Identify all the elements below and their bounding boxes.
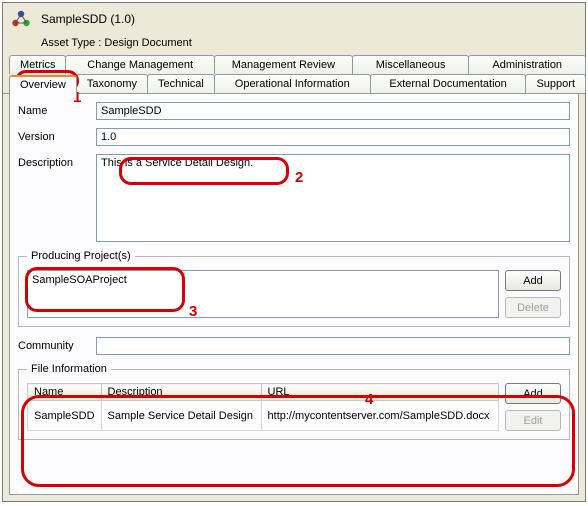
community-row: Community — [18, 337, 570, 355]
tab-row-upper: Metrics Change Management Management Rev… — [9, 55, 585, 74]
producing-projects-buttons: Add Delete — [505, 270, 561, 318]
table-row[interactable]: SampleSDD Sample Service Detail Design h… — [28, 401, 499, 431]
edit-file-button[interactable]: Edit — [505, 410, 561, 431]
tab-management-review[interactable]: Management Review — [214, 55, 353, 74]
producing-projects-group: Producing Project(s) SampleSOAProject Ad… — [18, 250, 570, 327]
asset-icon — [9, 7, 33, 31]
tab-support[interactable]: Support — [525, 74, 586, 93]
description-row: Description This is a Service Detail Des… — [18, 154, 570, 242]
col-name[interactable]: Name — [28, 384, 102, 401]
col-description[interactable]: Description — [101, 384, 261, 401]
tab-administration[interactable]: Administration — [468, 55, 586, 74]
file-information-group: File Information Name Description URL Sa… — [18, 363, 570, 440]
community-label: Community — [18, 337, 96, 352]
community-field[interactable] — [96, 337, 570, 355]
asset-type-label: Asset Type : Design Document — [3, 33, 585, 55]
cell-url: http://mycontentserver.com/SampleSDD.doc… — [261, 401, 498, 431]
overview-panel: Name Version Description This is a Servi… — [9, 94, 579, 495]
tab-miscellaneous[interactable]: Miscellaneous — [352, 55, 470, 74]
add-file-button[interactable]: Add — [505, 383, 561, 404]
tab-external-documentation[interactable]: External Documentation — [370, 74, 527, 93]
window-title: SampleSDD (1.0) — [41, 12, 135, 26]
tab-technical[interactable]: Technical — [147, 74, 215, 93]
producing-projects-list[interactable]: SampleSOAProject — [27, 270, 499, 318]
tab-strip: Metrics Change Management Management Rev… — [3, 55, 585, 94]
version-row: Version — [18, 128, 570, 146]
tab-row-lower: Overview Taxonomy Technical Operational … — [9, 74, 585, 93]
window-header: SampleSDD (1.0) — [3, 3, 585, 33]
file-table[interactable]: Name Description URL SampleSDD Sample Se… — [27, 383, 499, 431]
add-project-button[interactable]: Add — [505, 270, 561, 291]
version-label: Version — [18, 128, 96, 143]
description-field[interactable]: This is a Service Detail Design. — [96, 154, 570, 242]
name-row: Name — [18, 102, 570, 120]
tab-metrics[interactable]: Metrics — [9, 55, 66, 74]
cell-description: Sample Service Detail Design — [101, 401, 261, 431]
name-field[interactable] — [96, 102, 570, 120]
tab-overview[interactable]: Overview — [9, 75, 77, 94]
cell-name: SampleSDD — [28, 401, 102, 431]
file-info-buttons: Add Edit — [505, 383, 561, 431]
asset-editor-window: SampleSDD (1.0) Asset Type : Design Docu… — [2, 2, 586, 502]
file-table-header: Name Description URL — [28, 384, 499, 401]
list-item[interactable]: SampleSOAProject — [32, 273, 494, 287]
delete-project-button[interactable]: Delete — [505, 297, 561, 318]
file-information-legend: File Information — [27, 363, 111, 375]
tab-taxonomy[interactable]: Taxonomy — [76, 74, 148, 93]
col-url[interactable]: URL — [261, 384, 498, 401]
tab-change-management[interactable]: Change Management — [65, 55, 214, 74]
version-field[interactable] — [96, 128, 570, 146]
name-label: Name — [18, 102, 96, 117]
description-label: Description — [18, 154, 96, 169]
tab-operational-information[interactable]: Operational Information — [214, 74, 371, 93]
producing-projects-legend: Producing Project(s) — [27, 250, 135, 262]
